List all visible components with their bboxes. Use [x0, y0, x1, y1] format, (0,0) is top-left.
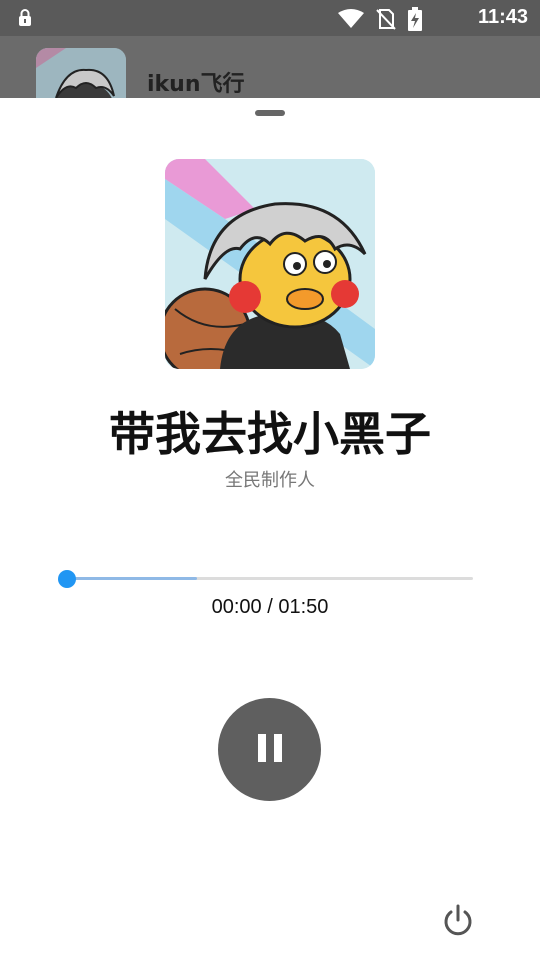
- progress-buffered: [67, 577, 197, 580]
- battery-charging-icon: [408, 7, 422, 35]
- artist-name: 全民制作人: [225, 470, 315, 491]
- progress-track[interactable]: [67, 577, 473, 580]
- song-title: 带我去找小黑子: [109, 407, 431, 461]
- drag-handle[interactable]: [255, 110, 285, 116]
- clock: 11:43: [477, 6, 528, 28]
- power-button[interactable]: [440, 903, 476, 939]
- album-cover: [165, 159, 375, 369]
- wifi-icon: [338, 9, 364, 33]
- no-sim-icon: [376, 8, 396, 34]
- status-bar: 11:43: [0, 0, 540, 36]
- time-display: 00:00 / 01:50: [0, 596, 540, 619]
- current-time: 00:00: [211, 596, 262, 618]
- pause-button[interactable]: [218, 698, 321, 801]
- background-app-title: ikun飞行: [147, 72, 245, 97]
- lock-icon: [18, 9, 32, 31]
- background-app-header: ikun飞行: [0, 36, 540, 110]
- time-separator: /: [267, 596, 273, 618]
- power-icon: [440, 904, 476, 943]
- player-sheet: 带我去找小黑子 全民制作人 00:00 / 01:50: [0, 98, 540, 960]
- total-time: 01:50: [278, 596, 329, 618]
- progress-thumb[interactable]: [58, 570, 76, 588]
- pause-icon: [257, 733, 283, 766]
